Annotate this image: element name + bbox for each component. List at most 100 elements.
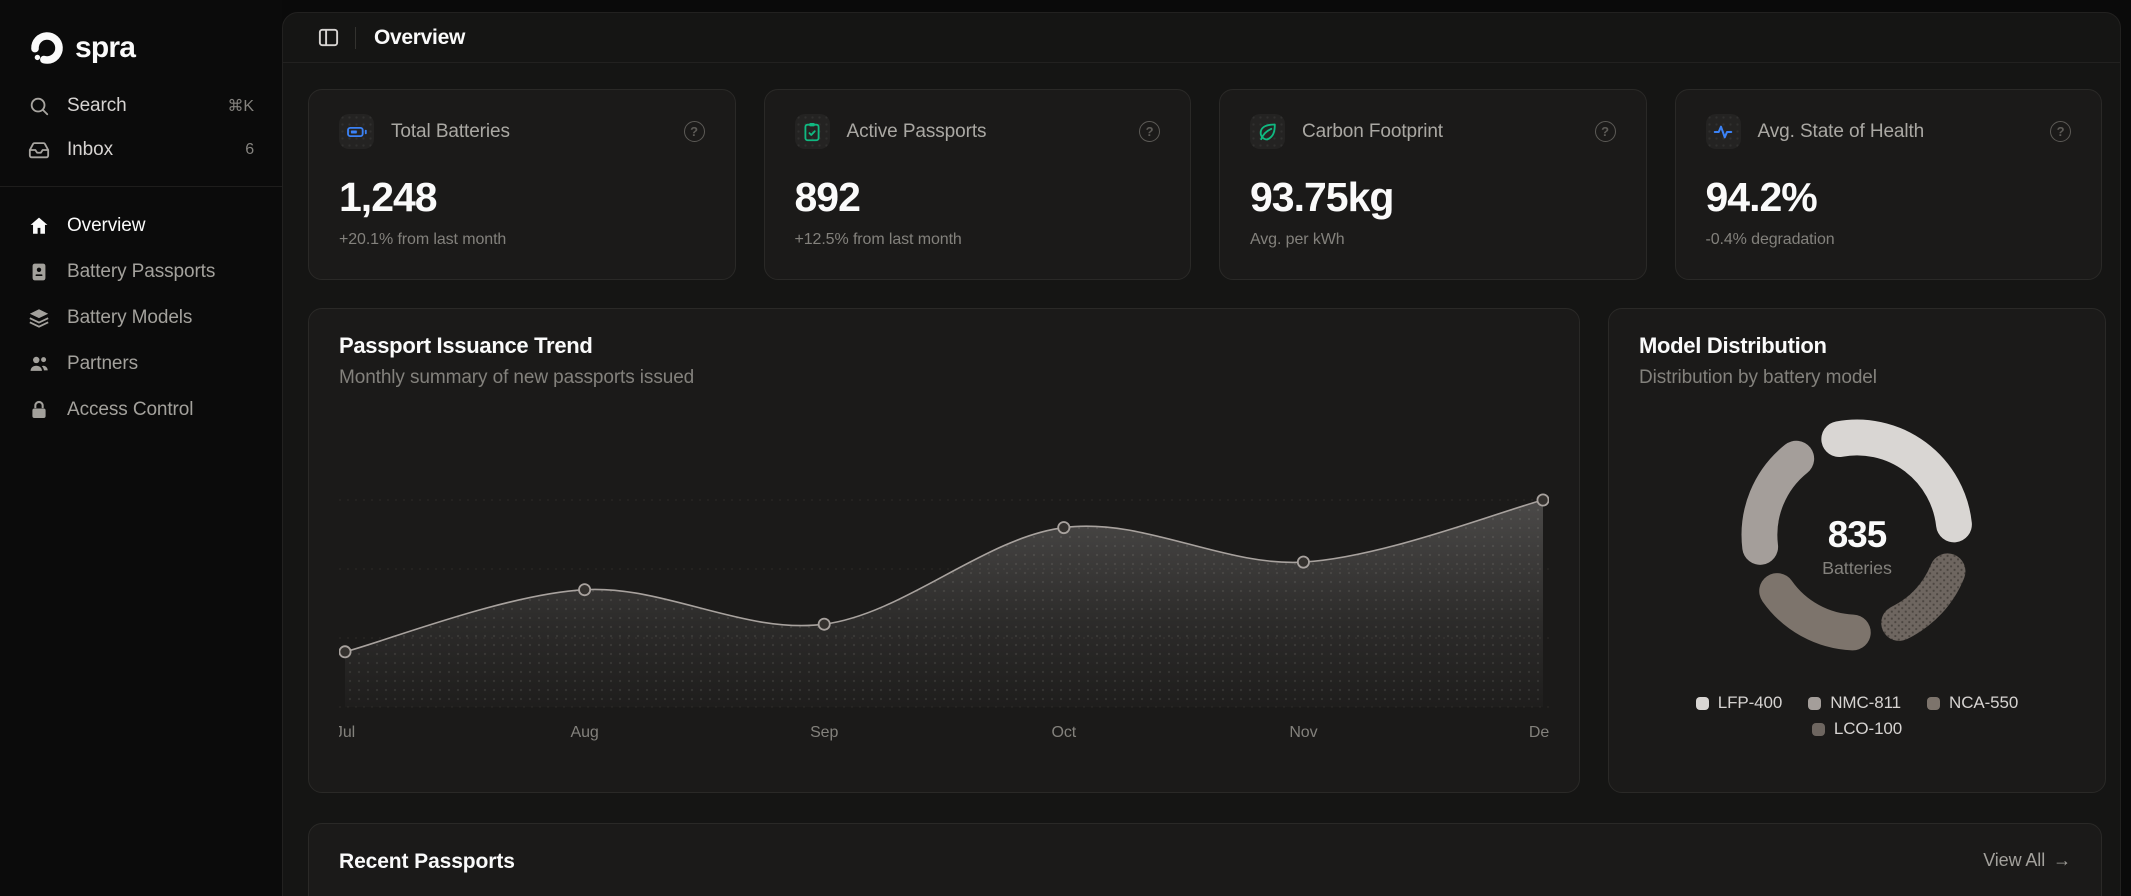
sidebar-item-inbox[interactable]: Inbox 6	[28, 128, 254, 172]
stat-icon-tile	[1705, 114, 1741, 149]
home-icon	[30, 217, 48, 234]
help-icon[interactable]: ?	[1139, 121, 1160, 142]
search-label: Search	[67, 95, 127, 116]
arrow-right-icon: →	[2053, 850, 2071, 870]
main-content: Total Batteries ? 1,248 +20.1% from last…	[283, 63, 2120, 896]
nav-label: Battery Passports	[67, 261, 216, 282]
stat-icon-tile	[794, 114, 830, 149]
brand-logo-icon	[31, 32, 63, 64]
stat-title: Total Batteries	[391, 120, 510, 142]
sidebar: spra Search ⌘K Inbox 6 Overview Battery …	[0, 0, 282, 896]
stat-subtitle: +12.5% from last month	[794, 231, 962, 248]
inbox-label: Inbox	[67, 139, 113, 160]
stat-card-total-batteries: Total Batteries ? 1,248 +20.1% from last…	[308, 89, 736, 280]
battery-icon	[346, 126, 367, 137]
svg-text:Dec: Dec	[1529, 724, 1549, 741]
recent-passports-card: Recent Passports View All →	[308, 823, 2102, 896]
legend-swatch	[1808, 696, 1822, 710]
inbox-badge: 6	[245, 141, 254, 158]
stat-title: Avg. State of Health	[1757, 120, 1925, 142]
stat-icon-tile	[339, 114, 374, 149]
donut-segment-lco-100	[1881, 553, 1966, 641]
nav-label: Overview	[67, 215, 146, 236]
nav-label: Battery Models	[67, 307, 193, 328]
svg-text:Aug: Aug	[571, 724, 599, 741]
search-shortcut: ⌘K	[227, 98, 255, 115]
distribution-chart-subtitle: Distribution by battery model	[1639, 367, 1877, 388]
trend-chart-svg: Jul Aug Sep Oct Nov Dec	[335, 493, 1557, 741]
trend-chart-title: Passport Issuance Trend	[339, 333, 593, 358]
sidebar-item-battery-passports[interactable]: Battery Passports	[28, 249, 254, 295]
sidebar-toggle-button[interactable]	[311, 21, 345, 55]
lock-icon	[32, 400, 46, 418]
legend-label: LFP-400	[1717, 693, 1783, 712]
stat-subtitle: +20.1% from last month	[339, 231, 507, 248]
legend-swatch	[1927, 696, 1941, 710]
main-panel: Overview Total Batteries ? 1,248 +20.1% …	[282, 12, 2121, 896]
sidebar-item-access-control[interactable]: Access Control	[28, 387, 254, 433]
brand-name: spra	[75, 31, 136, 64]
svg-text:Nov: Nov	[1289, 724, 1317, 741]
clipboard-check-icon	[804, 122, 820, 141]
nav-label: Partners	[67, 353, 139, 374]
legend-label: NCA-550	[1949, 693, 2019, 712]
stat-card-active-passports: Active Passports ? 892 +12.5% from last …	[763, 89, 1191, 280]
stat-card-carbon-footprint: Carbon Footprint ? 93.75kg Avg. per kWh	[1219, 89, 1647, 280]
stat-subtitle: -0.4% degradation	[1705, 231, 1835, 248]
donut-chart: 835 Batteries	[1639, 393, 2075, 683]
legend-swatch	[1811, 722, 1825, 736]
svg-text:Oct: Oct	[1052, 724, 1077, 741]
panel-left-icon	[318, 28, 338, 47]
model-distribution-card: Model Distribution Distribution by batte…	[1608, 308, 2106, 793]
brand-logo[interactable]: spra	[0, 26, 282, 70]
donut-center-value: 835	[1828, 514, 1887, 555]
stats-row: Total Batteries ? 1,248 +20.1% from last…	[308, 89, 2102, 280]
sidebar-item-battery-models[interactable]: Battery Models	[28, 295, 254, 341]
stat-value: 94.2%	[1705, 174, 1818, 220]
svg-text:Sep: Sep	[810, 724, 838, 741]
stat-title: Active Passports	[846, 120, 987, 142]
leaf-icon	[1259, 123, 1276, 140]
stat-icon-tile	[1250, 114, 1285, 149]
help-icon[interactable]: ?	[1594, 121, 1616, 142]
stat-card-avg-state-of-health: Avg. State of Health ? 94.2% -0.4% degra…	[1674, 89, 2102, 280]
help-icon[interactable]: ?	[2050, 121, 2071, 142]
stat-subtitle: Avg. per kWh	[1250, 231, 1345, 248]
layers-icon	[29, 309, 49, 328]
search-icon	[30, 97, 49, 116]
donut-segment-nca-550	[1759, 573, 1871, 651]
stat-value: 1,248	[339, 174, 438, 220]
donut-center-label: Batteries	[1822, 558, 1892, 578]
help-icon[interactable]: ?	[683, 121, 705, 142]
legend-item-lco-100: LCO-100	[1811, 719, 1902, 739]
recent-passports-title: Recent Passports	[339, 850, 515, 873]
topbar-divider	[355, 26, 356, 49]
sidebar-item-search[interactable]: Search ⌘K	[28, 84, 254, 128]
inbox-icon	[28, 142, 50, 159]
legend-item-nmc-811: NMC-811	[1808, 693, 1901, 713]
stat-value: 93.75kg	[1250, 174, 1394, 220]
charts-row: Passport Issuance Trend Monthly summary …	[308, 308, 2106, 793]
legend-swatch	[1695, 696, 1709, 710]
legend-label: NMC-811	[1830, 693, 1902, 712]
sidebar-item-partners[interactable]: Partners	[28, 341, 254, 387]
donut-segment-lfp-400	[1821, 419, 1972, 543]
distribution-chart-title: Model Distribution	[1639, 333, 1827, 358]
page-title: Overview	[374, 25, 465, 49]
app-root: spra Search ⌘K Inbox 6 Overview Battery …	[0, 0, 2131, 896]
passport-issuance-trend-card: Passport Issuance Trend Monthly summary …	[308, 308, 1580, 793]
trend-chart: Jul Aug Sep Oct Nov Dec	[335, 409, 1557, 754]
stat-value: 892	[794, 174, 861, 220]
nav-label: Access Control	[67, 399, 194, 420]
donut-segment-nmc-811	[1741, 440, 1815, 565]
users-icon	[30, 356, 48, 371]
sidebar-nav: Overview Battery Passports Battery Model…	[0, 203, 282, 433]
passport-icon	[32, 263, 46, 281]
top-bar: Overview	[283, 13, 2120, 63]
stat-title: Carbon Footprint	[1302, 120, 1443, 142]
view-all-link[interactable]: View All →	[1983, 850, 2071, 871]
legend-item-nca-550: NCA-550	[1927, 693, 2018, 713]
sidebar-item-overview[interactable]: Overview	[28, 203, 254, 249]
legend-item-lfp-400: LFP-400	[1695, 693, 1783, 713]
svg-text:Jul: Jul	[339, 724, 355, 741]
